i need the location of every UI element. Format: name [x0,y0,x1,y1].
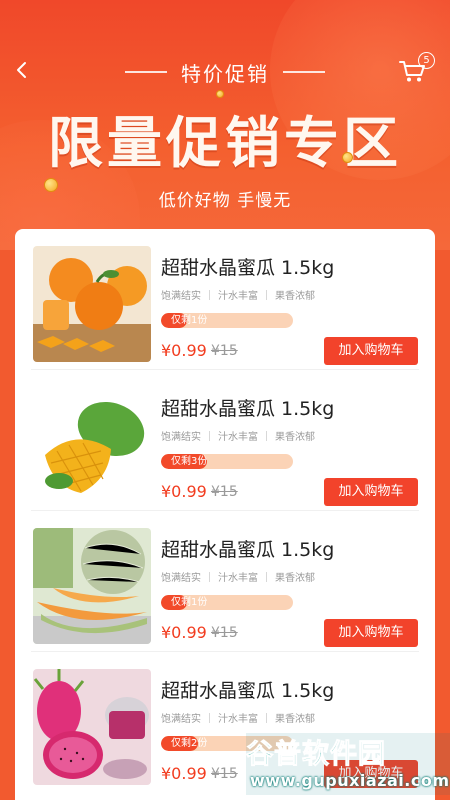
banner-title: 限量促销专区 [47,110,402,175]
product-tag: 果香浓郁 [275,714,315,725]
product-item[interactable]: 超甜水晶蜜瓜 1.5kg 饱满结实 汁水丰富 果香浓郁 仅剩1份 ¥0.99 ¥… [15,229,435,370]
product-tag: 汁水丰富 [218,291,258,302]
product-image[interactable] [33,246,151,362]
add-to-cart-button[interactable]: 加入购物车 [324,337,418,365]
stock-progress: 仅剩2份 [161,736,293,751]
product-tags: 饱满结实 汁水丰富 果香浓郁 [161,569,323,584]
product-item[interactable]: 超甜水晶蜜瓜 1.5kg 饱满结实 汁水丰富 果香浓郁 仅剩3份 ¥0.99 ¥… [15,370,435,511]
page-title: 特价促销 [181,61,269,86]
product-tag: 饱满结实 [161,291,201,302]
title-line-left [125,71,167,73]
product-image[interactable] [33,528,151,644]
product-name[interactable]: 超甜水晶蜜瓜 1.5kg [161,394,334,421]
product-tag: 饱满结实 [161,573,201,584]
product-image[interactable] [33,387,151,503]
product-tags: 饱满结实 汁水丰富 果香浓郁 [161,710,323,725]
stock-label: 仅剩1份 [171,315,208,326]
banner-subtitle: 低价好物 手慢无 [158,191,292,211]
sale-price: ¥0.99 [161,623,207,642]
product-tag: 汁水丰富 [218,714,258,725]
product-item[interactable]: 超甜水晶蜜瓜 1.5kg 饱满结实 汁水丰富 果香浓郁 仅剩1份 ¥0.99 ¥… [15,511,435,652]
product-image[interactable] [33,669,151,785]
sale-price: ¥0.99 [161,764,207,783]
page-title-row: 特价促销 [0,58,450,86]
product-tags: 饱满结实 汁水丰富 果香浓郁 [161,287,323,302]
stock-label: 仅剩2份 [171,738,208,749]
product-tag: 果香浓郁 [275,432,315,443]
product-tag: 饱满结实 [161,432,201,443]
sale-price: ¥0.99 [161,341,207,360]
product-name[interactable]: 超甜水晶蜜瓜 1.5kg [161,535,334,562]
promo-header: 特价促销 5 限量促销专区 低价好物 手慢无 [0,0,450,250]
coin-decoration [44,178,58,192]
add-to-cart-button[interactable]: 加入购物车 [324,478,418,506]
stock-label: 仅剩3份 [171,456,208,467]
cart-count-badge: 5 [418,52,435,69]
product-name[interactable]: 超甜水晶蜜瓜 1.5kg [161,676,334,703]
stock-progress: 仅剩1份 [161,313,293,328]
original-price: ¥15 [211,343,238,359]
mango-image [33,387,151,503]
product-tags: 饱满结实 汁水丰富 果香浓郁 [161,428,323,443]
melon-image [33,528,151,644]
stock-progress: 仅剩1份 [161,595,293,610]
sale-price: ¥0.99 [161,482,207,501]
coin-decoration [342,152,353,163]
product-name[interactable]: 超甜水晶蜜瓜 1.5kg [161,253,334,280]
product-tag: 果香浓郁 [275,291,315,302]
title-line-right [283,71,325,73]
product-tag: 饱满结实 [161,714,201,725]
product-item[interactable]: 超甜水晶蜜瓜 1.5kg 饱满结实 汁水丰富 果香浓郁 仅剩2份 ¥0.99 ¥… [15,652,435,793]
original-price: ¥15 [211,625,238,641]
original-price: ¥15 [211,766,238,782]
stock-progress: 仅剩3份 [161,454,293,469]
coin-decoration [216,90,224,98]
dragon-fruit-image [33,669,151,785]
product-tag: 汁水丰富 [218,573,258,584]
original-price: ¥15 [211,484,238,500]
add-to-cart-button[interactable]: 加入购物车 [324,760,418,788]
add-to-cart-button[interactable]: 加入购物车 [324,619,418,647]
product-tag: 果香浓郁 [275,573,315,584]
stock-label: 仅剩1份 [171,597,208,608]
product-tag: 汁水丰富 [218,432,258,443]
oranges-image [33,246,151,362]
product-list: 超甜水晶蜜瓜 1.5kg 饱满结实 汁水丰富 果香浓郁 仅剩1份 ¥0.99 ¥… [15,229,435,800]
